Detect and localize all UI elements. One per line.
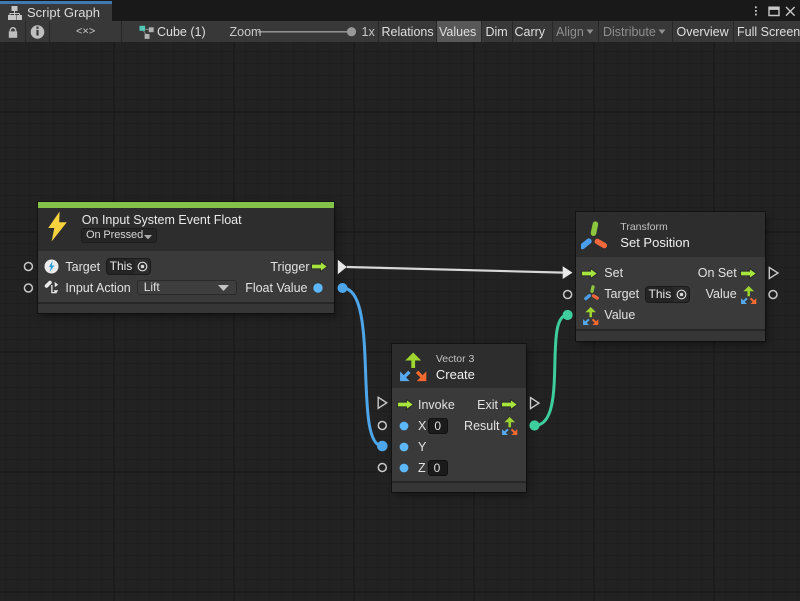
svg-text:<×>: <×>	[76, 26, 95, 38]
